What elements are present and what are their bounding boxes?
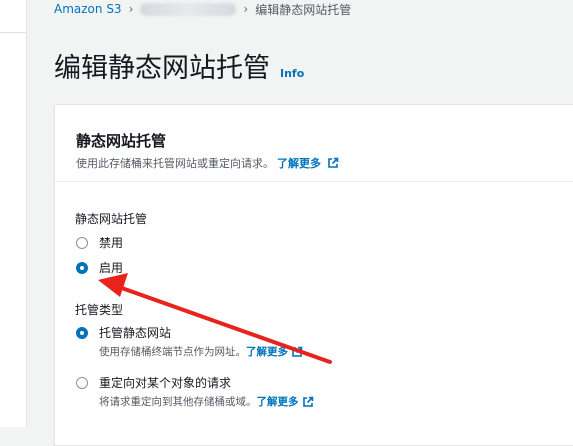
radio-host-static-website-label: 托管静态网站 — [99, 326, 172, 340]
radio-host-static-website-desc-text: 使用存储桶终端节点作为网址。 — [99, 346, 246, 358]
external-link-icon[interactable] — [291, 346, 303, 358]
learn-more-link[interactable]: 了解更多 — [246, 344, 288, 359]
hosting-type-field-label: 托管类型 — [75, 303, 124, 317]
learn-more-link[interactable]: 了解更多 — [277, 155, 321, 171]
nav-divider — [0, 32, 26, 33]
breadcrumb: Amazon S3 › › 编辑静态网站托管 — [54, 0, 351, 18]
radio-redirect-requests[interactable]: 重定向对某个对象的请求 将请求重定向到其他存储桶或域。 了解更多 — [76, 376, 314, 409]
radio-icon[interactable] — [76, 377, 88, 389]
radio-enable[interactable]: 启用 — [76, 261, 123, 276]
radio-redirect-requests-description: 将请求重定向到其他存储桶或域。 了解更多 — [99, 394, 314, 409]
panel-header: 静态网站托管 使用此存储桶来托管网站或重定向请求。 了解更多 — [55, 105, 573, 182]
panel-description: 使用此存储桶来托管网站或重定向请求。 了解更多 — [76, 155, 339, 171]
info-link[interactable]: Info — [280, 67, 304, 80]
radio-icon[interactable] — [76, 262, 88, 274]
learn-more-link[interactable]: 了解更多 — [257, 394, 299, 409]
radio-redirect-requests-label: 重定向对某个对象的请求 — [99, 376, 232, 390]
external-link-icon[interactable] — [327, 157, 339, 169]
breadcrumb-amazon-s3-link[interactable]: Amazon S3 — [54, 2, 122, 16]
panel-title: 静态网站托管 — [76, 132, 167, 150]
radio-disable[interactable]: 禁用 — [76, 236, 123, 251]
hosting-field-label: 静态网站托管 — [75, 212, 148, 226]
breadcrumb-current: 编辑静态网站托管 — [255, 2, 352, 17]
chevron-right-icon: › — [128, 2, 134, 16]
page-header: 编辑静态网站托管 Info — [54, 46, 304, 85]
chevron-right-icon: › — [243, 2, 249, 16]
breadcrumb-bucket-name-redacted[interactable] — [140, 2, 237, 16]
panel-description-text: 使用此存储桶来托管网站或重定向请求。 — [76, 157, 274, 170]
radio-enable-label: 启用 — [99, 261, 124, 275]
static-website-hosting-panel: 静态网站托管 使用此存储桶来托管网站或重定向请求。 了解更多 静态网站托管 禁用… — [54, 104, 573, 446]
radio-disable-label: 禁用 — [99, 236, 124, 250]
page-title: 编辑静态网站托管 — [54, 53, 270, 84]
left-nav-strip — [0, 0, 27, 427]
radio-icon[interactable] — [76, 327, 88, 339]
radio-host-static-website[interactable]: 托管静态网站 使用存储桶终端节点作为网址。 了解更多 — [76, 326, 303, 359]
radio-redirect-requests-desc-text: 将请求重定向到其他存储桶或域。 — [99, 396, 257, 408]
radio-host-static-website-description: 使用存储桶终端节点作为网址。 了解更多 — [99, 344, 303, 359]
radio-icon[interactable] — [76, 237, 88, 249]
external-link-icon[interactable] — [302, 396, 314, 408]
